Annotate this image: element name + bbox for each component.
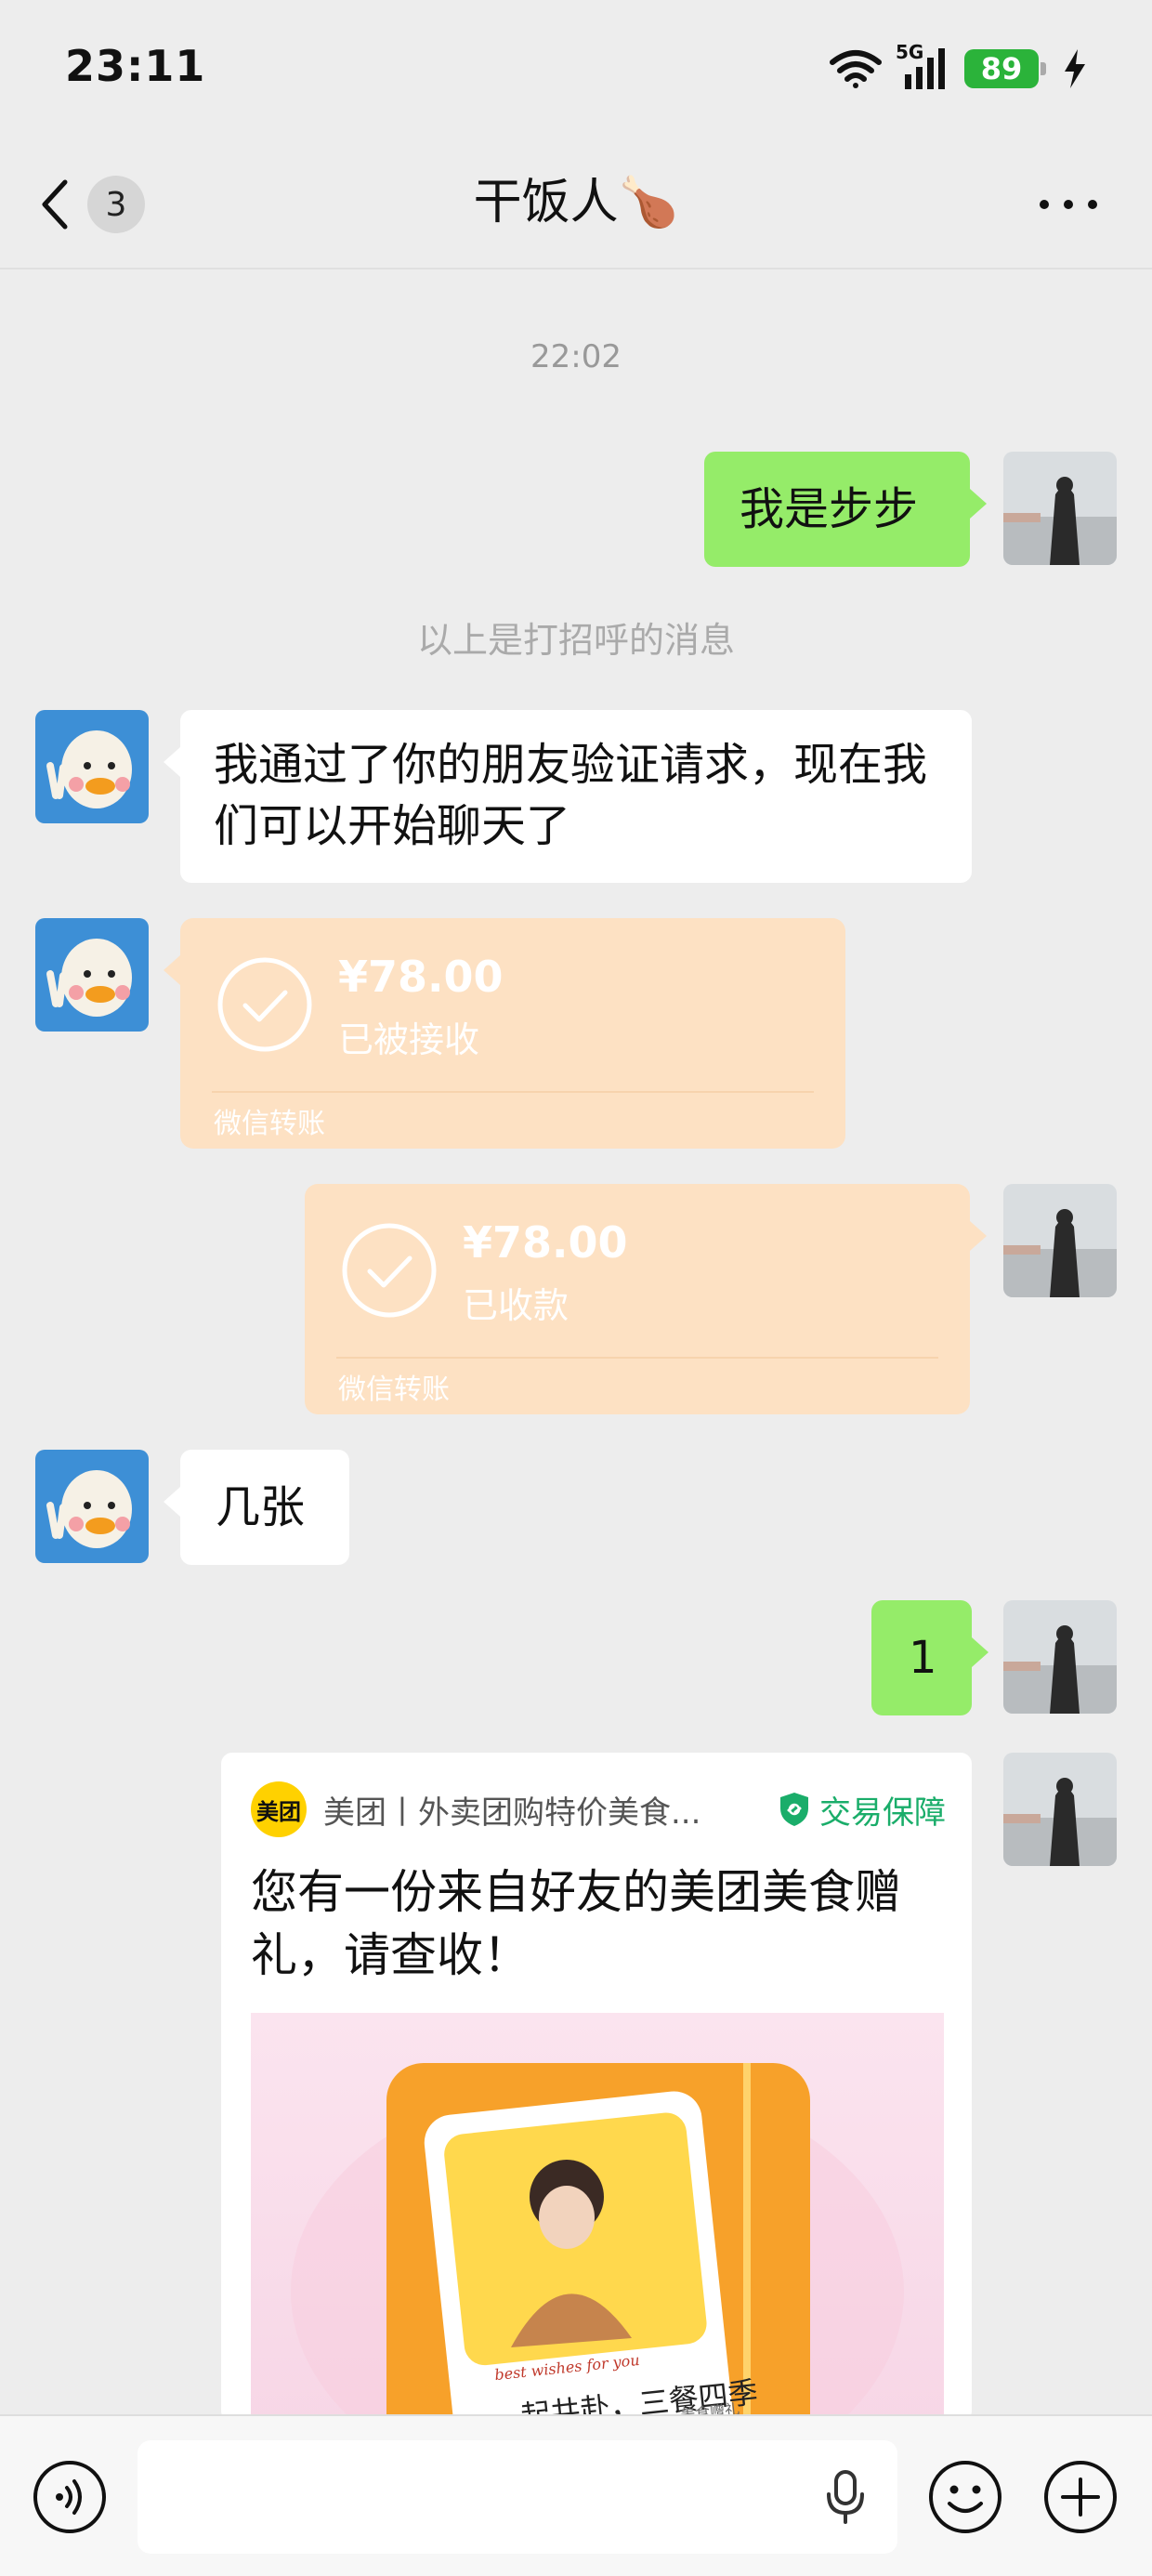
transfer-card-incoming[interactable]: ¥78.00 已被接收 微信转账 xyxy=(164,918,845,1149)
message-text: 几张 xyxy=(216,1481,306,1533)
my-avatar[interactable] xyxy=(1003,1753,1117,1866)
input-bar xyxy=(0,2414,1152,2576)
mini-program-title: 您有一份来自好友的美团美食赠礼，请查收！ xyxy=(251,1865,901,1982)
message-list[interactable]: 22:02 我是步步 以上是打招呼的消息 我通过了你的朋友验证请求，现在我们可以… xyxy=(0,271,1152,2414)
transfer-status: 已被接收 xyxy=(338,1019,480,1060)
gift-card-image: best wishes for you 一起共赴，三餐四季 美食赠礼 xyxy=(251,2013,944,2414)
system-notice: 以上是打招呼的消息 xyxy=(416,620,735,661)
chat-title: 干饭人🍗 xyxy=(473,175,679,230)
emoji-icon xyxy=(929,2461,1001,2533)
my-avatar[interactable] xyxy=(1003,1184,1117,1297)
mini-program-name: 美团丨外卖团购特价美食... xyxy=(323,1794,701,1832)
message-bubble-outgoing[interactable]: 我是步步 xyxy=(704,452,987,567)
status-time: 23:11 xyxy=(65,41,206,91)
transfer-amount: ¥78.00 xyxy=(338,952,504,1002)
voice-mode-button[interactable] xyxy=(32,2459,108,2535)
trade-guarantee-badge: 交易保障 xyxy=(779,1787,946,1833)
more-functions-button[interactable] xyxy=(1042,2459,1119,2535)
contact-avatar[interactable] xyxy=(35,918,149,1032)
divider xyxy=(336,1357,938,1359)
back-button[interactable]: 3 xyxy=(37,167,158,242)
my-avatar[interactable] xyxy=(1003,452,1117,565)
shield-icon xyxy=(780,1793,808,1826)
divider xyxy=(212,1091,814,1093)
time-separator: 22:02 xyxy=(530,338,622,375)
transfer-amount: ¥78.00 xyxy=(463,1217,628,1268)
status-bar: 23:11 5G 89 xyxy=(0,0,1152,139)
chevron-left-icon xyxy=(42,179,68,230)
message-input[interactable] xyxy=(137,2440,897,2554)
emoji-button[interactable] xyxy=(927,2459,1003,2535)
transfer-label: 微信转账 xyxy=(338,1373,450,1406)
message-bubble-incoming[interactable]: 我通过了你的朋友验证请求，现在我们可以开始聊天了 xyxy=(164,710,972,883)
message-bubble-outgoing[interactable]: 1 xyxy=(871,1600,988,1715)
message-text: 我通过了你的朋友验证请求，现在我们可以开始聊天了 xyxy=(214,739,928,852)
more-options-button[interactable] xyxy=(1031,177,1106,232)
battery-indicator: 89 xyxy=(964,49,1046,88)
chat-header: 干饭人🍗 3 xyxy=(0,139,1152,269)
transfer-status: 已收款 xyxy=(463,1285,569,1326)
wechat-chat-screen: 23:11 5G 89 干饭人🍗 3 22:02 我是步步 以上是打招呼的消息 … xyxy=(0,0,1152,2576)
more-dots-icon xyxy=(1040,200,1097,209)
cellular-signal-icon: 5G xyxy=(896,41,951,91)
mini-program-card[interactable]: 美团 美团丨外卖团购特价美食... 交易保障 您有一份来自好友的美团美食赠礼，请… xyxy=(221,1753,972,2414)
message-bubble-incoming[interactable]: 几张 xyxy=(164,1450,349,1565)
message-text: 我是步步 xyxy=(740,483,919,535)
unread-count-badge: 3 xyxy=(87,176,145,233)
check-circle-icon xyxy=(217,957,312,1052)
contact-avatar[interactable] xyxy=(35,1450,149,1563)
transfer-label: 微信转账 xyxy=(214,1108,325,1140)
badge-label: 交易保障 xyxy=(819,1794,946,1832)
my-avatar[interactable] xyxy=(1003,1600,1117,1714)
plus-icon xyxy=(1044,2461,1117,2533)
contact-avatar[interactable] xyxy=(35,710,149,823)
meituan-logo: 美团 xyxy=(251,1781,307,1837)
charging-icon xyxy=(1065,49,1085,88)
microphone-icon[interactable] xyxy=(823,2468,868,2526)
check-circle-icon xyxy=(342,1223,437,1318)
wifi-icon xyxy=(830,50,882,88)
mini-program-header: 美团 美团丨外卖团购特价美食... 交易保障 xyxy=(251,1781,946,1838)
transfer-card-outgoing[interactable]: ¥78.00 已收款 微信转账 xyxy=(305,1184,987,1414)
status-icons: 5G 89 xyxy=(829,41,1087,95)
voice-mode-icon xyxy=(33,2461,106,2533)
message-text: 1 xyxy=(909,1632,937,1684)
